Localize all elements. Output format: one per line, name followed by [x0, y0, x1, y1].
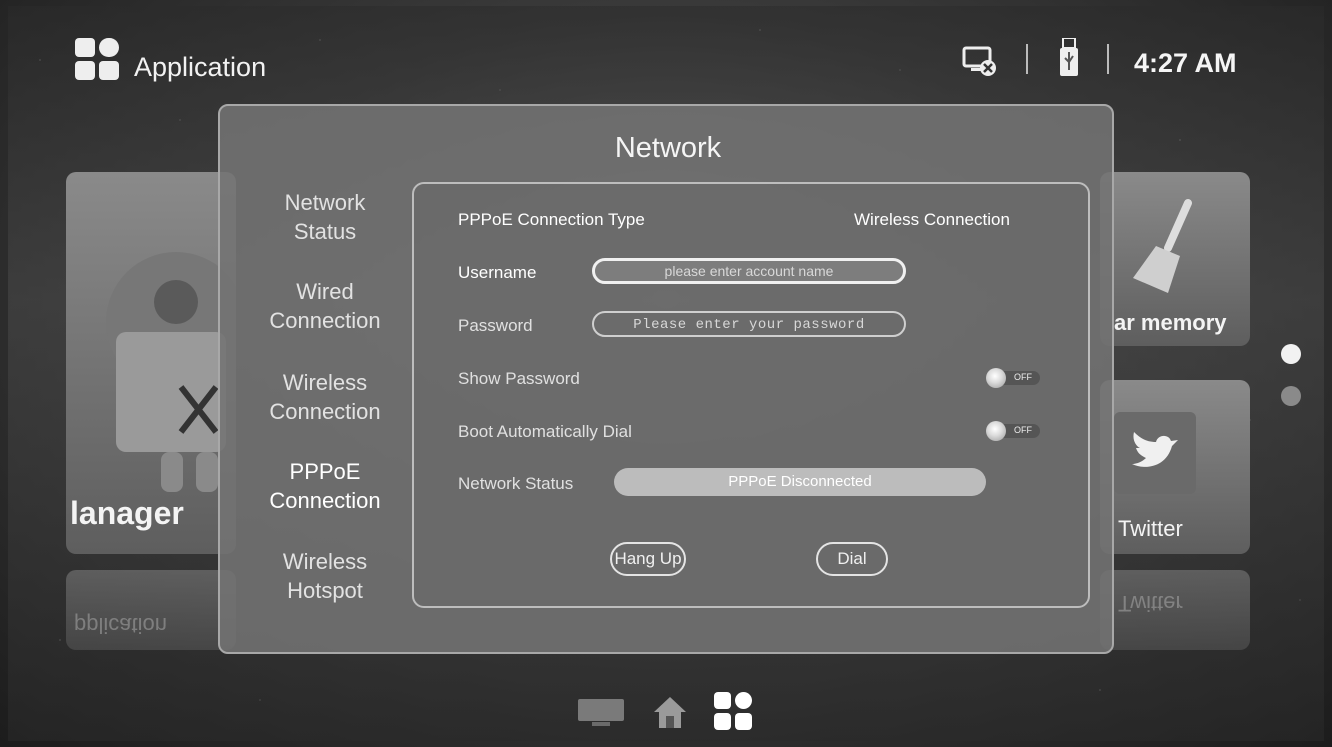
tile-reflection	[66, 570, 236, 650]
username-label: Username	[458, 263, 537, 282]
hang-up-button[interactable]: Hang Up	[610, 542, 686, 576]
network-status-value: PPPoE Disconnected	[614, 468, 986, 496]
screen-disconnected-icon	[962, 46, 996, 76]
tile-reflection-text: Twitter	[1118, 591, 1183, 616]
tv-icon[interactable]	[578, 699, 624, 727]
show-password-toggle[interactable]: OFF	[986, 368, 1042, 388]
password-input[interactable]: Please enter your password	[592, 311, 906, 337]
tile-reflection-text: pplication	[74, 613, 167, 638]
tile-label-twitter: Twitter	[1118, 516, 1183, 541]
clock: 4:27 AM	[1134, 48, 1237, 78]
connection-type-label: PPPoE Connection Type	[458, 210, 645, 229]
nav-wired-connection[interactable]: Wired Connection	[250, 277, 400, 335]
password-label: Password	[458, 316, 533, 335]
connection-type-value[interactable]: Wireless Connection	[854, 210, 1010, 230]
dial-button[interactable]: Dial	[816, 542, 888, 576]
username-input[interactable]: please enter account name	[592, 258, 906, 284]
dialog-title: Network	[614, 132, 722, 164]
topbar-divider	[1026, 44, 1028, 74]
network-status-label: Network Status	[458, 474, 574, 493]
nav-wireless-hotspot[interactable]: Wireless Hotspot	[250, 547, 400, 605]
broom-icon	[1133, 199, 1192, 293]
topbar-divider	[1107, 44, 1109, 74]
boot-dial-toggle[interactable]: OFF	[986, 421, 1042, 441]
usb-icon	[1060, 38, 1078, 76]
top-bar: Application 4:27 AM	[0, 0, 1332, 100]
tile-label-manager: lanager	[70, 495, 184, 531]
boot-dial-label: Boot Automatically Dial	[458, 422, 632, 441]
apps-icon[interactable]	[714, 692, 752, 730]
app-title: Application	[134, 52, 267, 82]
nav-wireless-connection[interactable]: Wireless Connection	[250, 368, 400, 426]
android-toolbox-icon	[106, 252, 236, 492]
nav-network-status[interactable]: Network Status	[250, 188, 400, 246]
show-password-label: Show Password	[458, 369, 580, 388]
toggle-state: OFF	[1014, 425, 1032, 435]
toggle-state: OFF	[1014, 372, 1032, 382]
twitter-icon	[1114, 412, 1196, 494]
network-dialog: Network Network Status Wired Connection …	[218, 104, 1114, 654]
page-indicator-dot[interactable]	[1281, 386, 1301, 406]
home-icon[interactable]	[652, 694, 688, 730]
nav-pppoe-connection[interactable]: PPPoE Connection	[250, 457, 400, 515]
page-indicator-dot-active[interactable]	[1281, 344, 1301, 364]
apps-icon[interactable]	[75, 38, 121, 82]
pppoe-settings-panel: PPPoE Connection Type Wireless Connectio…	[412, 182, 1090, 608]
tile-label-clear-memory: ar memory	[1114, 310, 1227, 335]
